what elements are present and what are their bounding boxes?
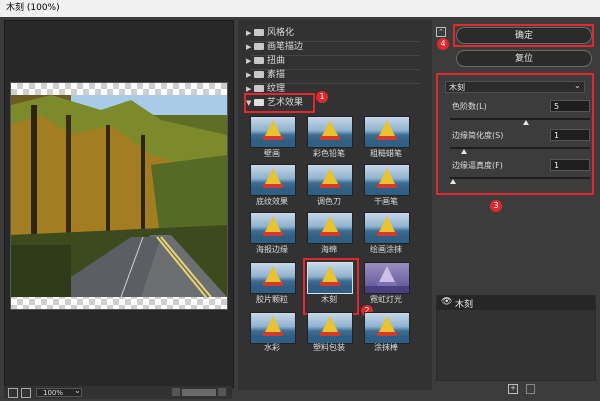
param-label-edge-fidelity: 边缘逼真度(F)	[452, 161, 503, 170]
cutout-levels-slider-knob[interactable]	[522, 120, 529, 125]
filter-thumb-underpainting[interactable]	[250, 164, 296, 196]
edge-simplicity-input[interactable]: 1	[550, 129, 590, 141]
filter-thumb-dry-brush[interactable]	[364, 164, 410, 196]
window-title: 木刻 (100%)	[0, 0, 600, 17]
category-brush-strokes[interactable]: ▶ 画笔描边	[246, 41, 303, 54]
param-label-edge-simplicity: 边缘简化度(S)	[452, 131, 504, 140]
folder-icon	[254, 71, 264, 78]
chevron-down-icon: ⌄	[74, 386, 81, 395]
filter-label: 壁画	[264, 149, 280, 158]
filter-label: 底纹效果	[256, 197, 288, 206]
zoom-bar: 100% ⌄	[4, 386, 232, 399]
edge-fidelity-slider-knob[interactable]	[449, 179, 456, 184]
zoom-out-button[interactable]	[8, 388, 18, 398]
highlight-box-2	[303, 258, 359, 315]
annotation-badge-1: 1	[316, 91, 328, 103]
highlight-box-4	[453, 24, 594, 47]
delete-icon[interactable]	[526, 384, 535, 394]
filter-thumb-film-grain[interactable]	[250, 262, 296, 294]
filter-thumb-watercolor[interactable]	[250, 312, 296, 344]
edge-simplicity-slider[interactable]	[450, 147, 590, 149]
filter-label: 涂抹棒	[374, 343, 398, 352]
filter-thumb-sponge[interactable]	[307, 212, 353, 244]
preview-image	[11, 95, 227, 297]
filter-label: 绘画涂抹	[370, 245, 402, 254]
chevron-right-icon: ▶	[246, 71, 252, 79]
filter-label: 胶片颗粒	[256, 295, 288, 304]
filter-label: 海报边缘	[256, 245, 288, 254]
layer-name: 木刻	[455, 300, 474, 310]
param-label-cutout-levels: 色阶数(L)	[452, 102, 487, 111]
filter-label: 霓虹灯光	[370, 295, 402, 304]
folder-icon	[254, 57, 264, 64]
cutout-levels-input[interactable]: 5	[550, 100, 590, 112]
collapse-icon[interactable]: ⌃	[436, 27, 446, 37]
filter-thumb-palette-knife[interactable]	[307, 164, 353, 196]
filter-thumb-paint-daubs[interactable]	[364, 212, 410, 244]
annotation-badge-3: 3	[490, 200, 502, 212]
filter-label: 粗糙蜡笔	[370, 149, 402, 158]
annotation-badge-4: 4	[437, 38, 449, 50]
filter-thumb-poster-edges[interactable]	[250, 212, 296, 244]
visibility-eye-icon[interactable]: 👁	[441, 297, 452, 307]
category-distort[interactable]: ▶ 扭曲	[246, 55, 285, 68]
category-stylize[interactable]: ▶ 风格化	[246, 27, 294, 40]
filter-label: 干画笔	[374, 197, 398, 206]
category-sketch[interactable]: ▶ 素描	[246, 69, 285, 82]
scroll-thumb[interactable]	[182, 389, 216, 396]
filter-thumb-colored-pencil[interactable]	[307, 116, 353, 148]
edge-fidelity-slider[interactable]	[450, 177, 590, 179]
folder-icon	[254, 29, 264, 36]
scroll-right-button[interactable]	[218, 388, 226, 396]
effect-select[interactable]: 木刻	[445, 81, 585, 93]
new-layer-icon[interactable]: +	[508, 384, 518, 394]
filter-thumb-rough-pastels[interactable]	[364, 116, 410, 148]
woodcut-road-image	[11, 95, 227, 297]
preview-canvas[interactable]	[10, 82, 228, 310]
folder-icon	[254, 85, 264, 92]
edge-simplicity-slider-knob[interactable]	[461, 149, 467, 154]
chevron-right-icon: ▶	[246, 29, 252, 37]
filter-thumb-fresco[interactable]	[250, 116, 296, 148]
layer-toolbar: +	[436, 381, 596, 395]
chevron-right-icon: ▶	[246, 57, 252, 65]
filter-thumb-plastic-wrap[interactable]	[307, 312, 353, 344]
filter-label: 调色刀	[317, 197, 341, 206]
chevron-right-icon: ▶	[246, 43, 252, 51]
filter-thumb-smudge-stick[interactable]	[364, 312, 410, 344]
filter-label: 彩色铅笔	[313, 149, 345, 158]
folder-icon	[254, 43, 264, 50]
filter-thumb-neon-glow[interactable]	[364, 262, 410, 294]
effect-layer-row[interactable]: 👁 木刻	[437, 296, 595, 310]
edge-fidelity-input[interactable]: 1	[550, 159, 590, 171]
scroll-left-button[interactable]	[172, 388, 180, 396]
zoom-in-button[interactable]	[21, 388, 31, 398]
reset-button[interactable]: 复位	[456, 50, 592, 67]
filter-label: 塑料包装	[313, 343, 345, 352]
filter-label: 水彩	[264, 343, 280, 352]
chevron-down-icon: ⌄	[574, 81, 581, 90]
filter-label: 海绵	[321, 245, 337, 254]
cutout-levels-slider[interactable]	[450, 118, 590, 120]
highlight-box-1	[244, 93, 315, 113]
